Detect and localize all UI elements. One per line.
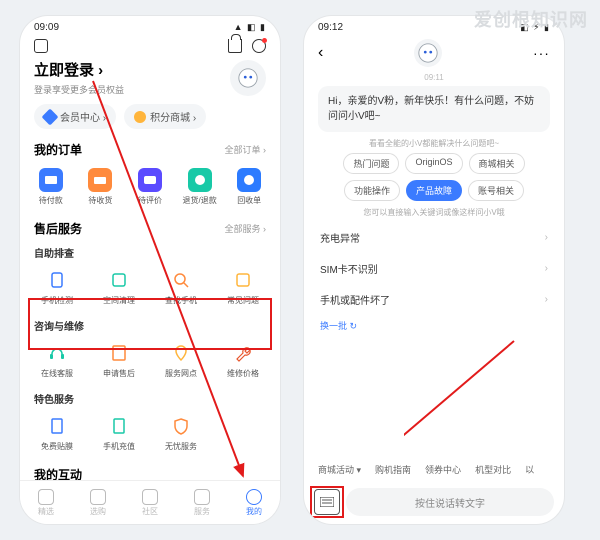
messages-icon[interactable]: [252, 39, 266, 53]
login-button[interactable]: 立即登录 ›: [34, 59, 124, 80]
chip-fault[interactable]: 产品故障: [406, 180, 462, 201]
wrench-icon: [234, 344, 252, 362]
watermark-text: 爱创根知识网: [474, 6, 588, 32]
phone-right: 09:12 ◧ ⚡︎ ▮ ‹ ··· 09:11 Hi，亲爱的V粉，新年快乐！有…: [304, 16, 564, 524]
suggestion-item[interactable]: 以: [525, 463, 534, 476]
form-icon: [110, 344, 128, 362]
suggestion-item[interactable]: 购机指南: [375, 463, 411, 476]
all-services-link[interactable]: 全部服务 ›: [225, 222, 267, 235]
more-button[interactable]: ···: [533, 45, 550, 61]
settings-icon[interactable]: [34, 39, 48, 53]
recycle-icon: [243, 174, 255, 186]
online-service[interactable]: 在线客服: [26, 337, 88, 383]
headset-icon: [48, 344, 66, 362]
chip-function[interactable]: 功能操作: [344, 180, 400, 201]
phone-recharge[interactable]: 手机充值: [88, 410, 150, 456]
hint-text-2: 您可以直接输入关键词或像这样问小V哦: [304, 207, 564, 218]
phone-check[interactable]: 手机检测: [26, 264, 88, 310]
truck-icon: [94, 174, 106, 186]
suggestion-item[interactable]: 机型对比: [475, 463, 511, 476]
suggestion-item[interactable]: 商城活动 ▾: [318, 463, 361, 476]
order-recycle[interactable]: 回收单: [224, 164, 274, 210]
tab-community[interactable]: 社区: [124, 481, 176, 524]
faq[interactable]: 常见问题: [212, 264, 274, 310]
status-bar: 09:09 ▲ ◧ ▮: [20, 16, 280, 35]
chevron-right-icon: ›: [545, 263, 548, 274]
order-pending-review[interactable]: 待评价: [125, 164, 175, 210]
robot-icon: [237, 67, 259, 89]
login-subtitle: 登录享受更多会员权益: [34, 83, 124, 96]
order-refund[interactable]: 退货/退款: [175, 164, 225, 210]
suggestion-item[interactable]: 领券中心: [425, 463, 461, 476]
special-subtitle: 特色服务: [20, 387, 280, 408]
consult-subtitle: 咨询与维修: [20, 314, 280, 335]
suggestion-row: 商城活动 ▾ 购机指南 领券中心 机型对比 以: [304, 457, 564, 482]
chevron-right-icon: ›: [545, 294, 548, 305]
tab-shop[interactable]: 选购: [72, 481, 124, 524]
selfhelp-subtitle: 自助排查: [20, 241, 280, 262]
top-bar: [20, 35, 280, 59]
tab-featured[interactable]: 精选: [20, 481, 72, 524]
keyboard-button[interactable]: [314, 489, 340, 515]
message-time: 09:11: [304, 73, 564, 82]
recharge-icon: [110, 417, 128, 435]
worry-free[interactable]: 无忧服务: [150, 410, 212, 456]
film-icon: [48, 417, 66, 435]
status-icons: ▲ ◧ ▮: [234, 22, 266, 33]
greeting-bubble: Hi，亲爱的V粉，新年快乐！有什么问题，不妨问问小V吧~: [318, 86, 550, 132]
member-center-pill[interactable]: 会员中心 ›: [34, 104, 116, 129]
points-mall-pill[interactable]: 积分商城 ›: [124, 104, 206, 129]
wallet-icon: [45, 174, 57, 186]
clean-icon: [110, 271, 128, 289]
chip-hot[interactable]: 热门问题: [343, 153, 399, 174]
order-pending-pay[interactable]: 待付款: [26, 164, 76, 210]
shield-icon: [172, 417, 190, 435]
tab-mine[interactable]: 我的: [228, 481, 280, 524]
list-item[interactable]: 手机或配件坏了›: [304, 284, 564, 315]
keyboard-icon: [320, 497, 334, 507]
chip-mall[interactable]: 商城相关: [469, 153, 525, 174]
list-item[interactable]: SIM卡不识别›: [304, 253, 564, 284]
question-icon: [234, 271, 252, 289]
status-time: 09:09: [34, 22, 59, 33]
robot-icon: [417, 42, 439, 64]
coin-icon: [134, 111, 146, 123]
space-clean[interactable]: 空间清理: [88, 264, 150, 310]
orders-grid: 待付款 待收货 待评价 退货/退款 回收单: [20, 162, 280, 214]
chip-account[interactable]: 账号相关: [468, 180, 524, 201]
service-points[interactable]: 服务网点: [150, 337, 212, 383]
chip-originos[interactable]: OriginOS: [405, 153, 462, 174]
refresh-link[interactable]: 换一批 ↻: [304, 315, 564, 336]
aftersale-title: 售后服务: [34, 220, 82, 237]
back-button[interactable]: ‹: [318, 44, 323, 62]
cart-icon[interactable]: [228, 39, 242, 53]
topic-chips: 热门问题 OriginOS 商城相关 功能操作 产品故障 账号相关: [304, 153, 564, 201]
apply-aftersale[interactable]: 申请售后: [88, 337, 150, 383]
tab-service[interactable]: 服务: [176, 481, 228, 524]
orders-title: 我的订单: [34, 141, 82, 158]
free-film[interactable]: 免费贴膜: [26, 410, 88, 456]
voice-input[interactable]: 按住说话转文字: [346, 488, 554, 516]
chevron-right-icon: ›: [545, 232, 548, 243]
chat-avatar: [414, 39, 442, 67]
diamond-icon: [42, 108, 59, 125]
find-phone[interactable]: 查找手机: [150, 264, 212, 310]
all-orders-link[interactable]: 全部订单 ›: [225, 143, 267, 156]
location-icon: [172, 344, 190, 362]
order-pending-receive[interactable]: 待收货: [76, 164, 126, 210]
search-icon: [172, 271, 190, 289]
hint-text-1: 看看全能的小V都能解决什么问题吧~: [304, 138, 564, 149]
list-item[interactable]: 充电异常›: [304, 222, 564, 253]
avatar[interactable]: [230, 60, 266, 96]
phone-check-icon: [48, 271, 66, 289]
chat-icon: [144, 174, 156, 186]
refund-icon: [194, 174, 206, 186]
repair-price[interactable]: 维修价格: [212, 337, 274, 383]
status-time: 09:12: [318, 22, 343, 33]
bottom-tabbar: 精选 选购 社区 服务 我的: [20, 480, 280, 524]
phone-left: 09:09 ▲ ◧ ▮ 立即登录 › 登录享受更多会员权益 会员中心 › 积分商…: [20, 16, 280, 524]
